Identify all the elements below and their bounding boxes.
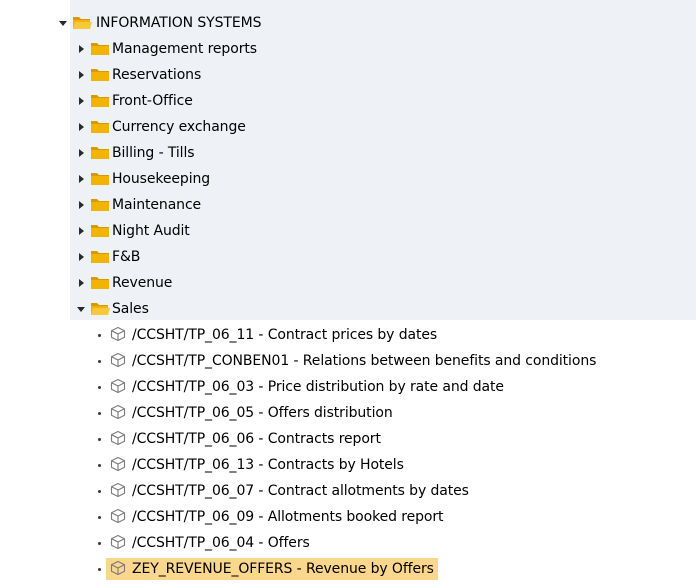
tree-node-sales[interactable]: Sales bbox=[0, 296, 696, 322]
folder-icon bbox=[91, 95, 109, 107]
transaction-label: /CCSHT/TP_06_05 - Offers distribution bbox=[132, 405, 393, 421]
folder-icon bbox=[91, 147, 109, 159]
tree-node-label: Maintenance bbox=[112, 197, 202, 213]
collapsed-arrow-icon[interactable] bbox=[76, 218, 86, 244]
tree-node-label: F&B bbox=[112, 249, 141, 265]
tree-node-transaction[interactable]: /CCSHT/TP_06_05 - Offers distribution bbox=[0, 400, 696, 426]
tree-node-front-office[interactable]: Front-Office bbox=[0, 88, 696, 114]
collapsed-arrow-icon[interactable] bbox=[76, 140, 86, 166]
transaction-label: /CCSHT/TP_06_06 - Contracts report bbox=[132, 431, 381, 447]
transaction-label: /CCSHT/TP_06_07 - Contract allotments by… bbox=[132, 483, 469, 499]
folder-icon bbox=[91, 173, 109, 185]
transaction-label: ZEY_REVENUE_OFFERS - Revenue by Offers bbox=[132, 561, 434, 577]
cube-icon bbox=[110, 352, 126, 368]
tree-node-transaction[interactable]: /CCSHT/TP_06_07 - Contract allotments by… bbox=[0, 478, 696, 504]
folder-icon bbox=[91, 43, 109, 55]
transaction-label: /CCSHT/TP_06_13 - Contracts by Hotels bbox=[132, 457, 404, 473]
tree-node-revenue[interactable]: Revenue bbox=[0, 270, 696, 296]
cube-icon bbox=[110, 560, 126, 576]
tree-node-transaction[interactable]: /CCSHT/TP_06_03 - Price distribution by … bbox=[0, 374, 696, 400]
tree-leaf-bullet bbox=[94, 322, 104, 348]
tree-node-label: Billing - Tills bbox=[112, 145, 195, 161]
cube-icon bbox=[110, 326, 126, 342]
tree-leaf-bullet bbox=[94, 530, 104, 556]
tree-leaf-bullet bbox=[94, 374, 104, 400]
tree-leaf-bullet bbox=[94, 400, 104, 426]
tree-node-label: Management reports bbox=[112, 41, 257, 57]
collapsed-arrow-icon[interactable] bbox=[76, 270, 86, 296]
tree-node-transaction[interactable]: /CCSHT/TP_06_13 - Contracts by Hotels bbox=[0, 452, 696, 478]
tree-node-housekeeping[interactable]: Housekeeping bbox=[0, 166, 696, 192]
tree-node-management-reports[interactable]: Management reports bbox=[0, 36, 696, 62]
tree-node-label: Currency exchange bbox=[112, 119, 246, 135]
tree-node-label: Reservations bbox=[112, 67, 202, 83]
folder-icon bbox=[91, 69, 109, 81]
tree-node-label: INFORMATION SYSTEMS bbox=[96, 15, 262, 31]
tree-node-information-systems[interactable]: INFORMATION SYSTEMS bbox=[0, 10, 696, 36]
collapsed-arrow-icon[interactable] bbox=[76, 244, 86, 270]
folder-icon bbox=[91, 121, 109, 133]
transaction-label: /CCSHT/TP_06_11 - Contract prices by dat… bbox=[132, 327, 438, 343]
tree-node-label: Sales bbox=[112, 301, 149, 317]
collapsed-arrow-icon[interactable] bbox=[76, 88, 86, 114]
tree-node-billing-tills[interactable]: Billing - Tills bbox=[0, 140, 696, 166]
tree-node-label: Housekeeping bbox=[112, 171, 211, 187]
cube-icon bbox=[110, 534, 126, 550]
tree-node-maintenance[interactable]: Maintenance bbox=[0, 192, 696, 218]
expanded-arrow-icon[interactable] bbox=[76, 296, 86, 322]
tree-leaf-bullet bbox=[94, 478, 104, 504]
tree-node-transaction[interactable]: /CCSHT/TP_06_11 - Contract prices by dat… bbox=[0, 322, 696, 348]
tree-leaf-bullet bbox=[94, 556, 104, 582]
folder-icon bbox=[91, 277, 109, 289]
tree-leaf-bullet bbox=[94, 426, 104, 452]
tree-node-transaction[interactable]: /CCSHT/TP_06_04 - Offers bbox=[0, 530, 696, 556]
collapsed-arrow-icon[interactable] bbox=[76, 36, 86, 62]
menu-tree: INFORMATION SYSTEMS Management reports R… bbox=[0, 10, 696, 582]
tree-node-transaction[interactable]: /CCSHT/TP_06_06 - Contracts report bbox=[0, 426, 696, 452]
tree-node-reservations[interactable]: Reservations bbox=[0, 62, 696, 88]
cube-icon bbox=[110, 508, 126, 524]
cube-icon bbox=[110, 456, 126, 472]
menu-tree-panel: INFORMATION SYSTEMS Management reports R… bbox=[0, 0, 696, 586]
cube-icon bbox=[110, 482, 126, 498]
transaction-label: /CCSHT/TP_06_03 - Price distribution by … bbox=[132, 379, 504, 395]
cube-icon bbox=[110, 430, 126, 446]
tree-node-label: Front-Office bbox=[112, 93, 193, 109]
transaction-label: /CCSHT/TP_06_04 - Offers bbox=[132, 535, 310, 551]
cube-icon bbox=[110, 378, 126, 394]
tree-leaf-bullet bbox=[94, 452, 104, 478]
tree-node-transaction[interactable]: /CCSHT/TP_CONBEN01 - Relations between b… bbox=[0, 348, 696, 374]
collapsed-arrow-icon[interactable] bbox=[76, 166, 86, 192]
collapsed-arrow-icon[interactable] bbox=[76, 192, 86, 218]
cube-icon bbox=[110, 404, 126, 420]
tree-leaf-bullet bbox=[94, 348, 104, 374]
collapsed-arrow-icon[interactable] bbox=[76, 62, 86, 88]
tree-node-transaction-selected[interactable]: ZEY_REVENUE_OFFERS - Revenue by Offers bbox=[0, 556, 696, 582]
tree-node-label: Night Audit bbox=[112, 223, 190, 239]
transaction-label: /CCSHT/TP_06_09 - Allotments booked repo… bbox=[132, 509, 444, 525]
folder-open-icon bbox=[91, 303, 110, 315]
folder-icon bbox=[91, 225, 109, 237]
folder-open-icon bbox=[73, 17, 92, 29]
tree-node-f-b[interactable]: F&B bbox=[0, 244, 696, 270]
tree-node-currency-exchange[interactable]: Currency exchange bbox=[0, 114, 696, 140]
folder-icon bbox=[91, 251, 109, 263]
expanded-arrow-icon[interactable] bbox=[58, 10, 68, 36]
tree-node-night-audit[interactable]: Night Audit bbox=[0, 218, 696, 244]
folder-icon bbox=[91, 199, 109, 211]
tree-node-label: Revenue bbox=[112, 275, 173, 291]
transaction-label: /CCSHT/TP_CONBEN01 - Relations between b… bbox=[132, 353, 597, 369]
collapsed-arrow-icon[interactable] bbox=[76, 114, 86, 140]
tree-leaf-bullet bbox=[94, 504, 104, 530]
tree-node-transaction[interactable]: /CCSHT/TP_06_09 - Allotments booked repo… bbox=[0, 504, 696, 530]
